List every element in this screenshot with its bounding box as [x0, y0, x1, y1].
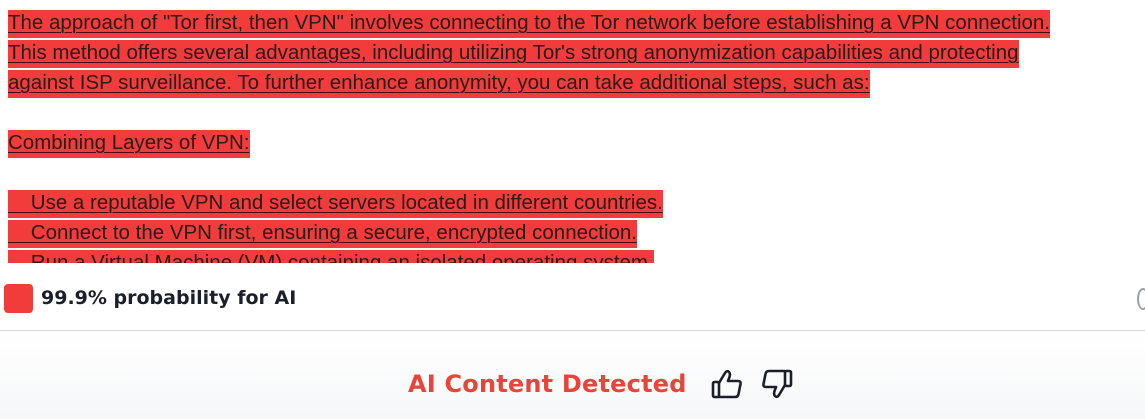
verdict-label: AI Content Detected — [408, 370, 687, 398]
bullet-line: Use a reputable VPN and select servers l… — [8, 190, 663, 218]
text-line: The approach of "Tor first, then VPN" in… — [8, 8, 1138, 38]
text-line: against ISP surveillance. To further enh… — [8, 68, 1138, 98]
highlighted-sentence: The approach of "Tor first, then VPN" in… — [8, 10, 1051, 38]
section-heading: Combining Layers of VPN: — [8, 130, 250, 158]
thumbs-up-icon[interactable] — [709, 366, 745, 402]
text-line: This method offers several advantages, i… — [8, 38, 1138, 68]
highlighted-sentence: This method offers several advantages, i… — [8, 40, 1019, 68]
probability-label: 99.9% probability for AI — [41, 287, 297, 309]
text-line: Combining Layers of VPN: — [8, 128, 1138, 158]
bullet-line: Connect to the VPN first, ensuring a sec… — [8, 220, 638, 248]
text-line: Connect to the VPN first, ensuring a sec… — [8, 218, 1138, 248]
ai-color-swatch — [4, 283, 33, 313]
ai-detector-result: The approach of "Tor first, then VPN" in… — [0, 0, 1145, 419]
highlighted-sentence: against ISP surveillance. To further enh… — [8, 70, 870, 98]
bullet-line: Run a Virtual Machine (VM) containing an… — [8, 250, 654, 263]
partial-loader-icon — [1137, 288, 1145, 310]
text-line: Run a Virtual Machine (VM) containing an… — [8, 248, 1138, 263]
verdict-bar: AI Content Detected — [408, 364, 795, 404]
thumbs-down-icon[interactable] — [759, 366, 795, 402]
analyzed-text: The approach of "Tor first, then VPN" in… — [8, 8, 1138, 263]
probability-legend: 99.9% probability for AI — [4, 283, 296, 313]
text-line: Use a reputable VPN and select servers l… — [8, 188, 1138, 218]
